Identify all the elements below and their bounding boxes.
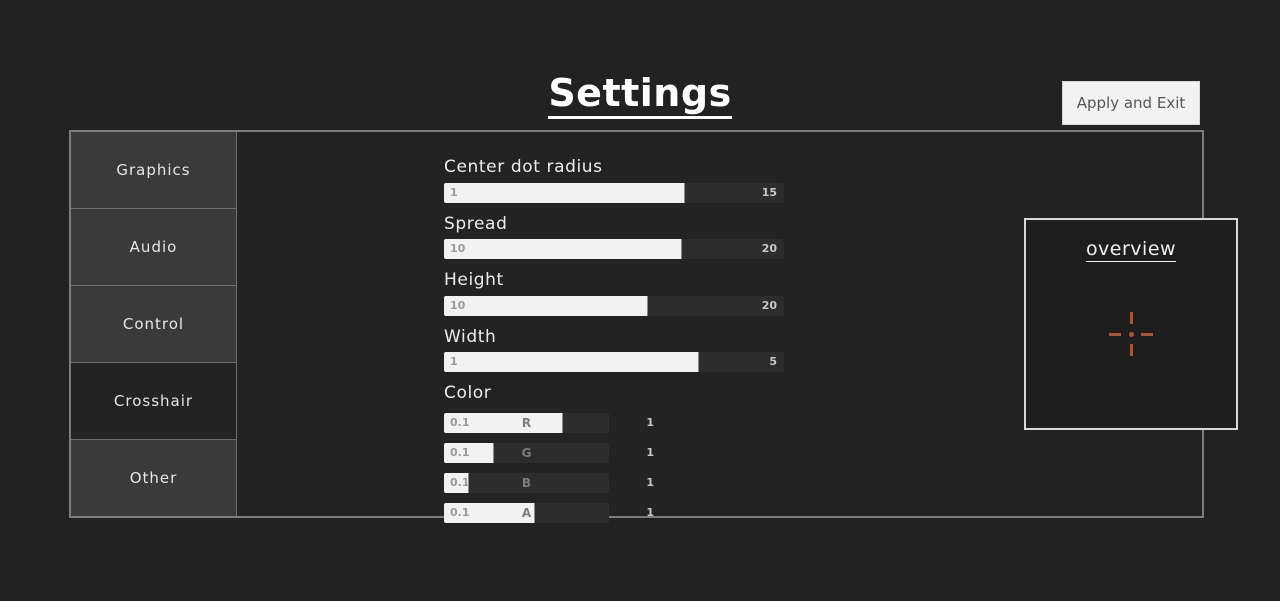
slider-fill xyxy=(444,182,686,203)
crosshair-tick-left xyxy=(1109,332,1121,336)
color-section-label: Color xyxy=(444,383,492,404)
color-channel-label: R xyxy=(521,415,532,430)
sidebar-item-control[interactable]: Control xyxy=(71,286,236,363)
slider-center-dot-radius[interactable]: 1 15 xyxy=(444,182,784,203)
color-row-a: 0.1 A 1 xyxy=(444,502,654,523)
slider-label-spread: Spread xyxy=(444,213,508,234)
sidebar-item-label: Graphics xyxy=(116,161,191,179)
color-slider-r[interactable]: 0.1 R xyxy=(444,412,609,433)
page-title-text: Settings xyxy=(548,74,732,119)
slider-min-value: 1 xyxy=(450,185,458,199)
sidebar-item-label: Crosshair xyxy=(113,392,194,410)
slider-max-value: 15 xyxy=(761,185,777,199)
crosshair-tick-down xyxy=(1129,344,1133,357)
crosshair-tick-right xyxy=(1141,332,1153,336)
slider-label-height: Height xyxy=(444,270,504,291)
slider-max-value: 1 xyxy=(646,475,654,489)
slider-min-value: 10 xyxy=(450,298,466,312)
color-channel-label: G xyxy=(521,445,532,460)
slider-max-value: 1 xyxy=(646,505,654,519)
slider-label-width: Width xyxy=(444,326,497,347)
slider-max-value: 5 xyxy=(769,355,777,369)
sidebar-item-graphics[interactable]: Graphics xyxy=(71,132,236,209)
color-channel-label: B xyxy=(521,475,532,490)
color-row-g: 0.1 G 1 xyxy=(444,442,654,463)
overview-title: overview xyxy=(1026,240,1236,262)
slider-min-value: 1 xyxy=(450,355,458,369)
crosshair-controls: Center dot radius 1 15 Spread 10 20 Height 10 20… xyxy=(444,157,784,533)
sidebar-item-label: Control xyxy=(122,315,185,333)
slider-fill xyxy=(444,295,648,316)
slider-max-value: 1 xyxy=(646,445,654,459)
slider-label-center-dot-radius: Center dot radius xyxy=(444,157,603,177)
slider-max-value: 20 xyxy=(761,298,777,312)
sidebar-item-audio[interactable]: Audio xyxy=(71,209,236,286)
slider-height[interactable]: 10 20 xyxy=(444,295,784,316)
apply-and-exit-button[interactable]: Apply and Exit xyxy=(1062,81,1200,125)
sidebar-item-other[interactable]: Other xyxy=(71,440,236,516)
slider-fill xyxy=(444,239,682,260)
slider-max-value: 20 xyxy=(761,242,777,256)
overview-title-text: overview xyxy=(1085,238,1177,262)
settings-sidebar: Graphics Audio Control Crosshair Other xyxy=(71,132,237,516)
crosshair-center-dot xyxy=(1128,331,1134,337)
slider-fill xyxy=(444,352,699,373)
settings-content: Center dot radius 1 15 Spread 10 20 Height 10 20… xyxy=(237,132,1238,523)
color-slider-b[interactable]: 0.1 B xyxy=(444,472,609,493)
color-slider-g[interactable]: 0.1 G xyxy=(444,442,609,463)
color-slider-a[interactable]: 0.1 A xyxy=(444,502,609,523)
crosshair-tick-up xyxy=(1129,312,1133,325)
sidebar-item-crosshair[interactable]: Crosshair xyxy=(71,363,236,440)
color-row-r: 0.1 R 1 xyxy=(444,412,654,433)
slider-min-value: 10 xyxy=(450,242,466,256)
settings-panel: Graphics Audio Control Crosshair Other Cente… xyxy=(69,130,1238,523)
color-row-b: 0.1 B 1 xyxy=(444,472,654,493)
color-channel-label: A xyxy=(521,505,532,520)
slider-max-value: 1 xyxy=(646,415,654,429)
sidebar-item-label: Other xyxy=(129,469,178,487)
slider-spread[interactable]: 10 20 xyxy=(444,239,784,260)
slider-width[interactable]: 15 xyxy=(444,352,784,373)
sidebar-item-label: Audio xyxy=(129,238,178,256)
overview-panel: overview xyxy=(1024,218,1238,430)
